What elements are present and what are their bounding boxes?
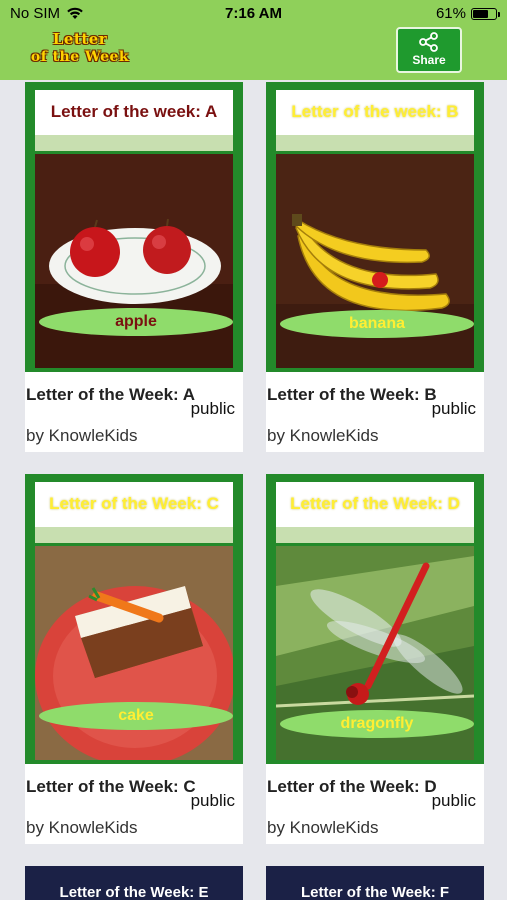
thumbnail-banner: Letter of the week: B [276, 90, 474, 135]
banner-text: Letter of the Week: E [59, 884, 209, 900]
banner-divider [276, 135, 474, 151]
card-thumbnail[interactable]: Letter of the Week: E [25, 866, 243, 900]
card-letter-f[interactable]: Letter of the Week: F [266, 866, 484, 900]
banner-divider [35, 527, 233, 543]
banner-text: Letter of the week: A [50, 102, 218, 121]
battery-percent: 61% [435, 5, 466, 22]
thumbnail-banner: Letter of the week: A [35, 90, 233, 135]
word-pill: cake [39, 702, 233, 730]
share-icon [419, 32, 438, 52]
app-logo: Letter of the Week [28, 30, 132, 72]
card-title: Letter of the Week: D [267, 777, 437, 796]
card-letter-e[interactable]: Letter of the Week: E [25, 866, 243, 900]
battery-group: 61% [435, 5, 500, 22]
card-thumbnail[interactable]: Letter of the week: B banana [266, 82, 484, 372]
logo-line-2: of the Week [30, 49, 130, 65]
card-thumbnail[interactable]: Letter of the Week: D dragonfly [266, 474, 484, 764]
card-title: Letter of the Week: C [26, 777, 196, 796]
card-thumbnail[interactable]: Letter of the week: A apple [25, 82, 243, 372]
card-author: by KnowleKids [267, 818, 379, 837]
word-pill: banana [280, 310, 474, 338]
banner-divider [276, 527, 474, 543]
card-meta: Letter of the Week: D public by KnowleKi… [266, 764, 484, 844]
card-meta: Letter of the Week: C public by KnowleKi… [25, 764, 243, 844]
card-thumbnail[interactable]: Letter of the Week: F [266, 866, 484, 900]
logo-line-1: Letter [52, 30, 108, 48]
banner-divider [35, 135, 233, 151]
thumbnail-banner: Letter of the Week: D [276, 482, 474, 527]
status-bar: No SIM 7:16 AM 61% [0, 0, 507, 28]
card-letter-a[interactable]: Letter of the week: A apple Letter of th… [25, 82, 243, 452]
card-title: Letter of the Week: B [267, 385, 437, 404]
card-letter-d[interactable]: Letter of the Week: D dragonfly Letter o… [266, 474, 484, 844]
card-meta: Letter of the Week: B public by KnowleKi… [266, 372, 484, 452]
card-thumbnail[interactable]: Letter of the Week: C cake [25, 474, 243, 764]
visibility-label: public [190, 399, 235, 418]
banner-text: Letter of the Week: D [290, 494, 460, 513]
card-meta: Letter of the Week: A public by KnowleKi… [25, 372, 243, 452]
top-bar: No SIM 7:16 AM 61% Letter of the Week Sh… [0, 0, 507, 80]
card-letter-b[interactable]: Letter of the week: B banana Letter of t… [266, 82, 484, 452]
banner-text: Letter of the Week: C [49, 494, 219, 513]
thumbnail-banner: Letter of the Week: C [35, 482, 233, 527]
visibility-label: public [431, 399, 476, 418]
visibility-label: public [431, 791, 476, 810]
card-title: Letter of the Week: A [26, 385, 196, 404]
visibility-label: public [190, 791, 235, 810]
card-author: by KnowleKids [26, 818, 138, 837]
banner-text: Letter of the week: B [291, 102, 459, 121]
clock: 7:16 AM [225, 5, 282, 22]
banner-text: Letter of the Week: F [300, 884, 450, 900]
card-letter-c[interactable]: Letter of the Week: C cake Letter of the… [25, 474, 243, 844]
share-label: Share [412, 53, 446, 67]
card-author: by KnowleKids [26, 426, 138, 445]
share-button[interactable]: Share [396, 27, 462, 73]
word-pill: apple [39, 308, 233, 336]
word-pill: dragonfly [280, 710, 474, 738]
battery-icon [471, 7, 500, 20]
card-author: by KnowleKids [267, 426, 379, 445]
